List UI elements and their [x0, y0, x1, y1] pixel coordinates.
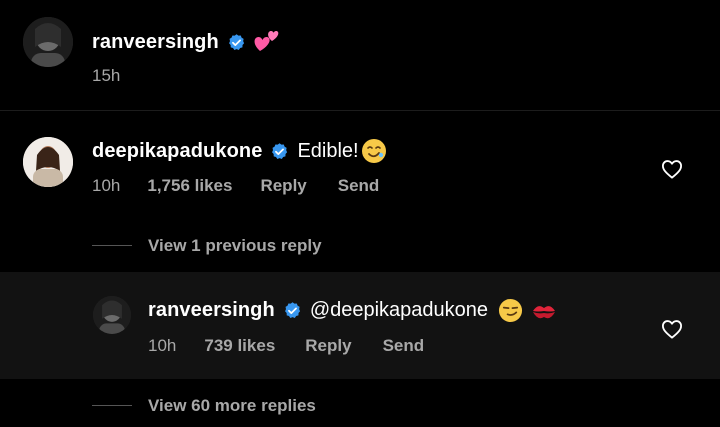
comment-text: Edible! [297, 139, 359, 162]
verified-badge-icon [284, 302, 300, 318]
post-username[interactable]: ranveersingh [92, 31, 219, 54]
reply-reply-button[interactable]: Reply [305, 336, 351, 356]
reply-timestamp: 10h [148, 336, 177, 355]
section-divider [0, 110, 720, 111]
comment-likes-count[interactable]: 1,756 likes [147, 176, 232, 196]
two-hearts-emoji [254, 31, 279, 51]
comment-row: deepikapadukone Edible! [92, 138, 395, 164]
post-timestamp: 15h [92, 66, 121, 85]
heart-outline-icon[interactable] [661, 319, 683, 339]
smirk-emoji [499, 298, 523, 323]
avatar-image [93, 296, 131, 334]
avatar-image [23, 137, 73, 187]
verified-badge-icon [228, 33, 244, 50]
view-more-replies-button[interactable]: View 60 more replies [148, 396, 316, 416]
thread-line [92, 405, 132, 406]
view-previous-replies-button[interactable]: View 1 previous reply [148, 236, 322, 256]
avatar-image [23, 17, 73, 67]
heart-outline-icon[interactable] [661, 159, 683, 179]
reply-username[interactable]: ranveersingh [148, 299, 275, 322]
comment-meta-row: 10h 1,756 likes Reply Send [92, 176, 387, 196]
reply-row: ranveersingh @deepikapadukone [148, 298, 565, 323]
post-author-avatar[interactable] [23, 17, 73, 67]
reply-author-avatar[interactable] [93, 296, 131, 334]
kiss-mark-emoji [533, 305, 556, 318]
reply-send-button[interactable]: Send [383, 336, 425, 356]
verified-badge-icon [272, 142, 288, 159]
comment-reply-button[interactable]: Reply [260, 176, 306, 196]
reply-mention[interactable]: @deepikapadukone [310, 299, 488, 322]
thread-line [92, 245, 132, 246]
comment-send-button[interactable]: Send [338, 176, 380, 196]
reply-likes-count[interactable]: 739 likes [204, 336, 275, 356]
post-header-row: ranveersingh [92, 29, 288, 55]
comment-username[interactable]: deepikapadukone [92, 140, 262, 163]
comment-author-avatar[interactable] [23, 137, 73, 187]
smiling-emoji [361, 139, 386, 163]
comment-timestamp: 10h [92, 176, 121, 195]
reply-meta-row: 10h 739 likes Reply Send [148, 336, 432, 356]
